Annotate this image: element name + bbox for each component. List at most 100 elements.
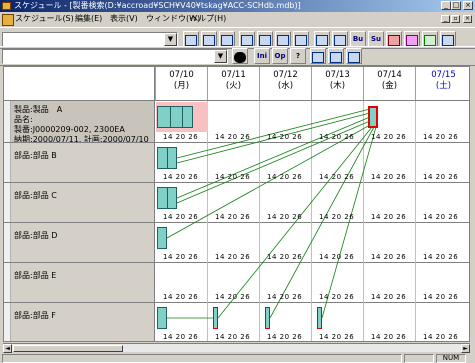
- tools-icon: [388, 35, 400, 46]
- su-button[interactable]: Su: [368, 31, 384, 47]
- copy-icon: [259, 35, 271, 46]
- horizontal-scrollbar[interactable]: ◄ ►: [3, 343, 470, 353]
- print-icon: [185, 35, 197, 46]
- tick-label: 14 20 26: [267, 253, 303, 261]
- chart-view-button[interactable]: [239, 31, 255, 47]
- printer-button[interactable]: [219, 31, 235, 47]
- image-button[interactable]: [332, 31, 348, 47]
- tick-label: 14 20 26: [215, 333, 251, 341]
- tick-label: 14 20 26: [215, 213, 251, 221]
- search-combo[interactable]: ▼: [2, 49, 228, 64]
- tick-label: 14 20 26: [423, 333, 459, 341]
- columns-icon: [330, 52, 342, 63]
- tick-label: 14 20 26: [215, 293, 251, 301]
- tick-label: 14 20 26: [371, 133, 407, 141]
- edit-button[interactable]: [422, 31, 438, 47]
- bu-button[interactable]: Bu: [350, 31, 366, 47]
- title-bar: スケジュール - [製番検索(D:¥accroad¥SCH¥V40¥tskag¥…: [0, 0, 475, 12]
- status-pane: [404, 354, 434, 363]
- tick-label: 14 20 26: [371, 293, 407, 301]
- window-button[interactable]: [275, 31, 291, 47]
- tree-button[interactable]: [310, 48, 326, 64]
- tick-label: 14 20 26: [215, 173, 251, 181]
- scroll-right-icon[interactable]: ►: [461, 344, 470, 353]
- tick-label: 14 20 26: [319, 173, 355, 181]
- tick-label: 14 20 26: [267, 213, 303, 221]
- network-icon: [406, 35, 418, 46]
- tick-label: 14 20 26: [423, 253, 459, 261]
- tick-label: 14 20 26: [371, 213, 407, 221]
- copy-button[interactable]: [257, 31, 273, 47]
- close-button[interactable]: ×: [463, 1, 473, 10]
- chevron-down-icon[interactable]: ▼: [214, 50, 227, 63]
- menu-bar: スケジュール(S) 編集(E) 表示(V) ウィンドウ(W) ヘルプ(H): [0, 12, 475, 26]
- doc-restore-button[interactable]: ▫: [451, 15, 460, 23]
- window-icon: [277, 35, 289, 46]
- minimize-button[interactable]: _: [441, 1, 451, 10]
- network-button[interactable]: [404, 31, 420, 47]
- chevron-down-icon[interactable]: ▼: [164, 33, 177, 46]
- menu-help[interactable]: ヘルプ(H): [190, 12, 226, 26]
- binoculars-icon: [234, 52, 246, 63]
- tick-label: 14 20 26: [163, 253, 199, 261]
- tick-label: 14 20 26: [267, 293, 303, 301]
- doc-close-button[interactable]: ×: [463, 15, 472, 23]
- num-lock-indicator: NUM: [436, 354, 466, 363]
- printer-icon: [221, 35, 233, 46]
- layout-icon: [442, 35, 454, 46]
- menu-edit[interactable]: 編集(E): [75, 12, 102, 26]
- tick-label: 14 20 26: [319, 133, 355, 141]
- gantt-chart: 07/10 (月) 07/11 (火) 07/12 (水) 07/13 (木) 07/1…: [3, 66, 470, 342]
- scroll-left-icon[interactable]: ◄: [3, 344, 12, 353]
- tick-label: 14 20 26: [215, 253, 251, 261]
- toolbar-search: ▼ Ini Op ?: [0, 46, 475, 66]
- cursor-button[interactable]: [293, 31, 309, 47]
- tick-label: 14 20 26: [163, 293, 199, 301]
- tick-label: 14 20 26: [371, 173, 407, 181]
- image-icon: [334, 35, 346, 46]
- preview-icon: [203, 35, 215, 46]
- menu-view[interactable]: 表示(V): [110, 12, 138, 26]
- tick-label: 14 20 26: [319, 333, 355, 341]
- tick-label: 14 20 26: [319, 213, 355, 221]
- scroll-thumb[interactable]: [13, 345, 123, 352]
- columns-button[interactable]: [328, 48, 344, 64]
- tick-label: 14 20 26: [371, 333, 407, 341]
- list-icon: [316, 35, 328, 46]
- tick-label: 14 20 26: [423, 173, 459, 181]
- maximize-button[interactable]: □: [451, 1, 461, 10]
- grid-icon: [348, 52, 360, 63]
- layout-button[interactable]: [440, 31, 456, 47]
- ini-button[interactable]: Ini: [254, 48, 270, 64]
- tick-label: 14 20 26: [163, 213, 199, 221]
- op-button[interactable]: Op: [272, 48, 288, 64]
- print-button[interactable]: [183, 31, 199, 47]
- doc-minimize-button[interactable]: _: [441, 15, 450, 23]
- tick-label: 14 20 26: [163, 133, 199, 141]
- doc-icon[interactable]: [2, 14, 14, 26]
- find-button[interactable]: [232, 48, 248, 64]
- list-button[interactable]: [314, 31, 330, 47]
- tick-label: 14 20 26: [371, 253, 407, 261]
- tick-label: 14 20 26: [423, 133, 459, 141]
- edit-icon: [424, 35, 436, 46]
- grid-button[interactable]: [346, 48, 362, 64]
- schedule-combo[interactable]: ▼: [2, 32, 178, 47]
- window-title: スケジュール - [製番検索(D:¥accroad¥SCH¥V40¥tskag¥…: [14, 1, 301, 10]
- tick-label: 14 20 26: [267, 133, 303, 141]
- tree-icon: [312, 52, 324, 63]
- menu-schedule[interactable]: スケジュール(S): [15, 12, 74, 26]
- tick-label: 14 20 26: [215, 133, 251, 141]
- app-icon: [2, 2, 11, 10]
- tick-label: 14 20 26: [163, 333, 199, 341]
- tools-button[interactable]: [386, 31, 402, 47]
- cursor-icon: [295, 35, 307, 46]
- status-bar: NUM: [0, 353, 475, 363]
- tick-label: 14 20 26: [267, 333, 303, 341]
- help-button[interactable]: ?: [290, 48, 306, 64]
- tick-label: 14 20 26: [319, 293, 355, 301]
- preview-button[interactable]: [201, 31, 217, 47]
- tick-label: 14 20 26: [423, 293, 459, 301]
- tick-label: 14 20 26: [163, 173, 199, 181]
- status-message: [2, 354, 402, 363]
